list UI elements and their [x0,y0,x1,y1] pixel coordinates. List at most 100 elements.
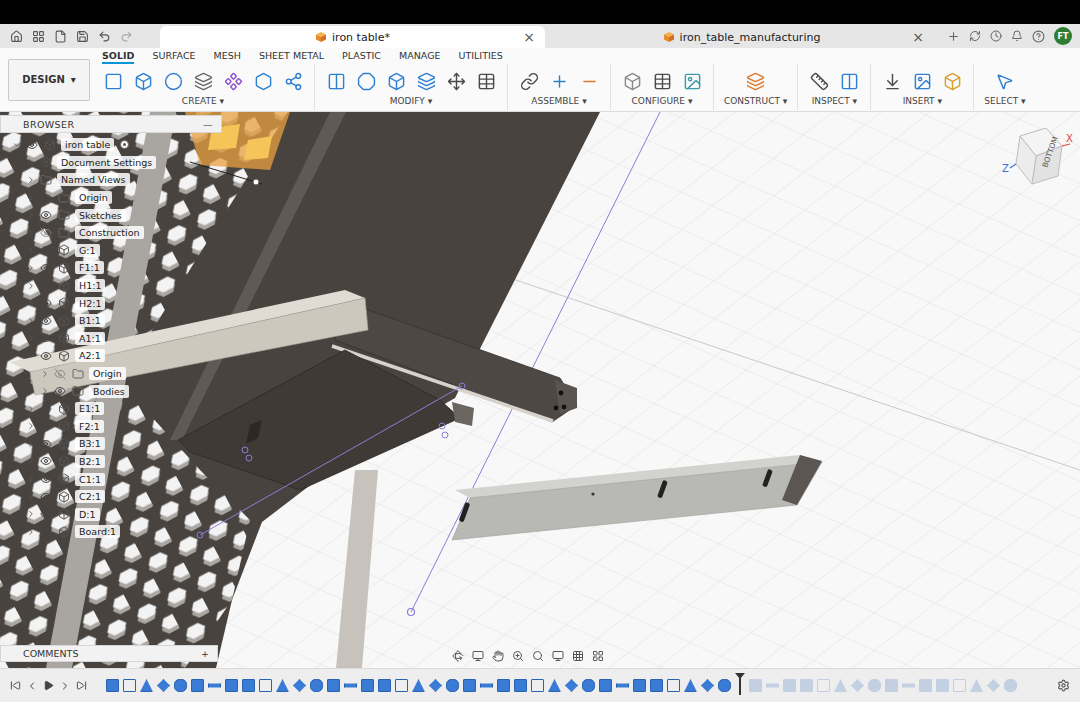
timeline-feature[interactable] [208,679,221,692]
shell-icon[interactable] [387,72,406,91]
expand-arrow-icon[interactable] [26,175,36,185]
as-built-joint-icon[interactable] [550,72,569,91]
collapse-button[interactable]: — [203,119,213,130]
tool-button[interactable] [252,71,274,93]
eye-icon[interactable] [40,244,52,256]
timeline-feature[interactable] [953,679,966,692]
tool-group-menu[interactable]: MODIFY ▾ [390,96,433,106]
browser-item[interactable]: iron table [0,136,222,154]
theme-icon[interactable] [683,72,702,91]
tool-group-menu[interactable]: CONFIGURE ▾ [632,96,693,106]
browser-item[interactable]: Board:1 [0,523,222,541]
tool-button[interactable] [132,71,154,93]
view-cube-face[interactable]: BOTTOM [1040,135,1060,168]
timeline-feature[interactable] [650,679,663,692]
timeline-feature[interactable] [548,679,561,692]
eye-icon[interactable] [40,209,52,221]
eye-icon[interactable] [40,526,52,538]
browser-item[interactable]: C2:1 [0,488,222,506]
timeline-feature[interactable] [344,679,357,692]
perforated-panel[interactable] [0,112,600,668]
timeline-feature[interactable] [123,679,136,692]
browser-item[interactable]: D:1 [0,505,222,523]
timeline-feature[interactable] [361,679,374,692]
document-tab[interactable]: iron_table_manufacturing× [549,26,934,48]
browser-item[interactable]: Origin [0,189,222,207]
mode-tab[interactable]: MESH [214,50,241,64]
timeline-feature[interactable] [395,679,408,692]
mode-tab[interactable]: SOLID [102,50,134,64]
timeline-feature[interactable] [276,679,289,692]
browser-item[interactable]: B3:1 [0,435,222,453]
timeline-feature[interactable] [140,679,153,692]
timeline-feature[interactable] [565,679,578,692]
timeline-feature[interactable] [868,679,881,692]
collapse-arrow-icon[interactable] [26,351,36,361]
move-icon[interactable] [447,72,466,91]
eye-icon[interactable] [40,297,52,309]
step-forward-icon[interactable] [59,680,71,692]
configure-icon[interactable] [623,72,642,91]
tool-button[interactable] [994,71,1016,93]
eye-icon[interactable] [40,350,52,362]
tool-button[interactable] [415,71,437,93]
parameters-icon[interactable] [477,72,496,91]
redo-icon[interactable] [120,30,133,43]
active-component-radio[interactable] [120,140,129,149]
expand-arrow-icon[interactable] [26,157,36,167]
tool-group-menu[interactable]: CONSTRUCT ▾ [724,96,787,106]
home-icon[interactable] [10,30,23,43]
expand-arrow-icon[interactable] [26,263,36,273]
eye-icon[interactable] [40,508,52,520]
eye-icon[interactable] [40,280,52,292]
data-panel-icon[interactable] [32,30,45,43]
close-tab-button[interactable]: × [912,30,924,44]
timeline-feature[interactable] [446,679,459,692]
expand-arrow-icon[interactable] [26,193,36,203]
expand-arrow-icon[interactable] [26,492,36,502]
insert-mesh-icon[interactable] [943,72,962,91]
timeline-feature[interactable] [616,679,629,692]
browser-item[interactable]: A1:1 [0,330,222,348]
browser-item[interactable]: H1:1 [0,277,222,295]
eye-icon[interactable] [40,315,52,327]
form-icon[interactable] [284,72,303,91]
timeline-feature[interactable] [259,679,272,692]
play-icon[interactable] [43,680,54,691]
browser-item[interactable]: B2:1 [0,453,222,471]
timeline-feature[interactable] [919,679,932,692]
tool-button[interactable] [518,71,540,93]
expand-arrow-icon[interactable] [26,404,36,414]
timeline-feature[interactable] [902,679,915,692]
expand-arrow-icon[interactable] [26,281,36,291]
timeline-feature[interactable] [834,679,847,692]
eye-icon[interactable] [40,473,52,485]
board[interactable] [452,455,822,540]
section-icon[interactable] [840,72,859,91]
tool-button[interactable] [445,71,467,93]
help-icon[interactable] [1032,30,1045,43]
tool-button[interactable] [548,71,570,93]
eye-off-icon[interactable] [40,227,52,239]
timeline-feature[interactable] [514,679,527,692]
mode-tab[interactable]: SURFACE [152,50,195,64]
notifications-icon[interactable] [1011,30,1023,42]
eye-icon[interactable] [40,491,52,503]
document-tab-title[interactable]: iron table* [332,31,390,44]
timeline-feature[interactable] [582,679,595,692]
timeline-feature[interactable] [191,679,204,692]
mount-plate[interactable] [178,350,474,490]
timeline-feature[interactable] [667,679,680,692]
look-at-icon[interactable] [472,650,484,662]
tool-button[interactable] [475,71,497,93]
timeline-feature[interactable] [497,679,510,692]
tool-button[interactable] [621,71,643,93]
browser-item[interactable]: Sketches [0,206,222,224]
browser-item[interactable]: Document Settings [0,154,222,172]
timeline-marker[interactable] [739,677,741,695]
browser-item[interactable]: A2:1 [0,347,222,365]
measure-icon[interactable] [810,72,829,91]
timeline-feature[interactable] [851,679,864,692]
timeline-feature[interactable] [936,679,949,692]
timeline-feature[interactable] [174,679,187,692]
